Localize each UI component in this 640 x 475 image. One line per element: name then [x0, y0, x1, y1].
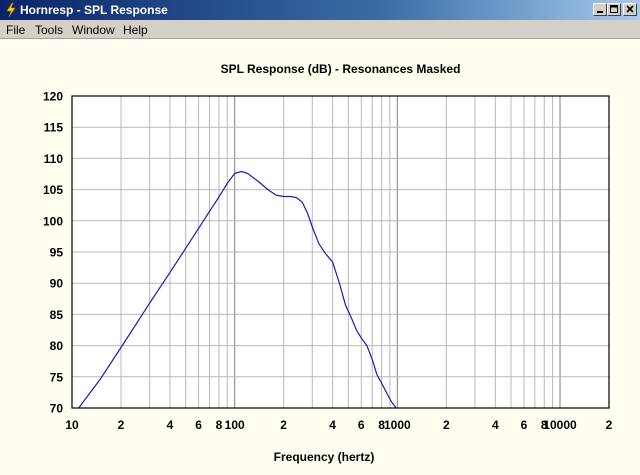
menu-bar: File Tools Window Help: [0, 20, 640, 39]
x-tick-label: 2: [606, 418, 613, 432]
minimize-button[interactable]: [593, 3, 607, 16]
y-tick-label: 120: [43, 90, 63, 104]
menu-help[interactable]: Help: [123, 23, 148, 37]
y-tick-label: 90: [50, 277, 64, 291]
close-button[interactable]: [623, 3, 637, 16]
y-tick-label: 95: [50, 246, 64, 260]
y-tick-label: 100: [43, 214, 63, 228]
close-icon: [626, 5, 634, 13]
y-tick-label: 115: [44, 121, 64, 135]
menu-file[interactable]: File: [6, 23, 25, 37]
y-tick-label: 110: [44, 152, 64, 166]
y-tick-label: 70: [50, 402, 64, 416]
hornresp-app-icon: [6, 2, 16, 18]
x-tick-label: 2: [118, 418, 125, 432]
x-tick-label: 4: [167, 418, 174, 432]
spl-response-chart: 70758085909510010511011512010 2 4 6 8 100 2 4 6 8…: [43, 62, 613, 464]
window-title: Hornresp - SPL Response: [20, 3, 168, 17]
x-tick-label: 4: [329, 418, 336, 432]
maximize-icon: [610, 5, 618, 13]
x-tick-label: 8: [216, 418, 223, 432]
x-tick-label: 2: [280, 418, 287, 432]
y-tick-label: 80: [50, 339, 64, 353]
chart-title: SPL Response (dB) - Resonances Masked: [221, 62, 461, 76]
menu-tools[interactable]: Tools: [35, 23, 63, 37]
menu-window[interactable]: Window: [72, 23, 115, 37]
y-tick-label: 75: [50, 370, 64, 384]
x-tick-label: 2: [443, 418, 450, 432]
x-tick-label: 6: [358, 418, 365, 432]
x-tick-label: 10000: [543, 418, 577, 432]
y-tick-label: 85: [50, 308, 64, 322]
minimize-icon: [597, 11, 603, 13]
x-axis-label: Frequency (hertz): [274, 450, 375, 464]
chart-area: 70 75 80 85 90 95 100 105 110 115 120 10 2 4 6 8 100 2 4 6 8…: [0, 39, 640, 470]
y-tick-label: 105: [43, 183, 63, 197]
title-bar: Hornresp - SPL Response: [0, 0, 640, 20]
maximize-button[interactable]: [607, 3, 621, 16]
x-tick-label: 6: [195, 418, 202, 432]
x-tick-label: 10: [65, 418, 79, 432]
x-tick-label: 4: [492, 418, 499, 432]
x-tick-label: 1000: [384, 418, 411, 432]
x-tick-label: 6: [521, 418, 528, 432]
x-tick-label: 100: [225, 418, 245, 432]
